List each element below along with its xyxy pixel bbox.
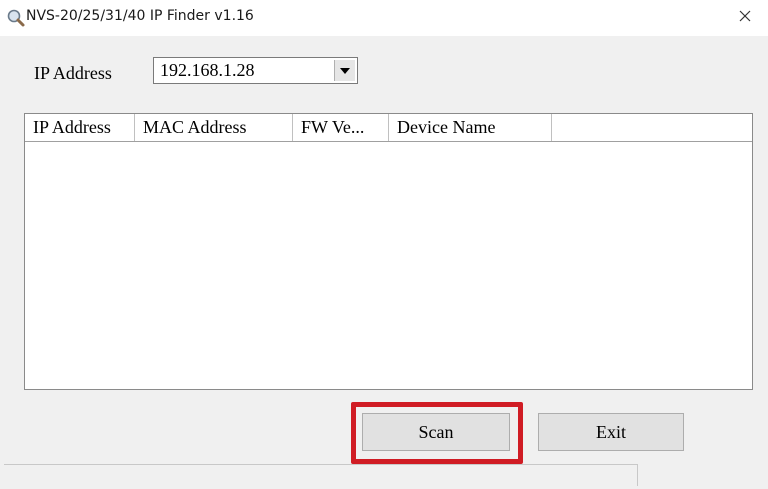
column-header-device-name[interactable]: Device Name <box>389 114 552 141</box>
exit-button[interactable]: Exit <box>538 413 684 451</box>
ip-address-dropdown[interactable]: 192.168.1.28 <box>153 57 358 84</box>
ip-address-label: IP Address <box>34 63 112 83</box>
column-header-ip-address[interactable]: IP Address <box>25 114 135 141</box>
dropdown-arrow-icon[interactable] <box>334 60 355 81</box>
column-header-fw-version[interactable]: FW Ve... <box>293 114 389 141</box>
title-bar: NVS-20/25/31/40 IP Finder v1.16 <box>0 0 768 36</box>
device-list[interactable]: IP Address MAC Address FW Ve... Device N… <box>24 113 753 390</box>
window-title: NVS-20/25/31/40 IP Finder v1.16 <box>26 8 254 24</box>
magnifier-icon <box>6 8 26 28</box>
device-list-header: IP Address MAC Address FW Ve... Device N… <box>25 114 752 142</box>
scan-button-highlight <box>351 402 523 464</box>
close-icon <box>738 9 752 28</box>
close-button[interactable] <box>722 0 768 36</box>
column-header-mac-address[interactable]: MAC Address <box>135 114 293 141</box>
status-bar <box>4 464 638 486</box>
ip-address-selected-value: 192.168.1.28 <box>160 60 255 80</box>
